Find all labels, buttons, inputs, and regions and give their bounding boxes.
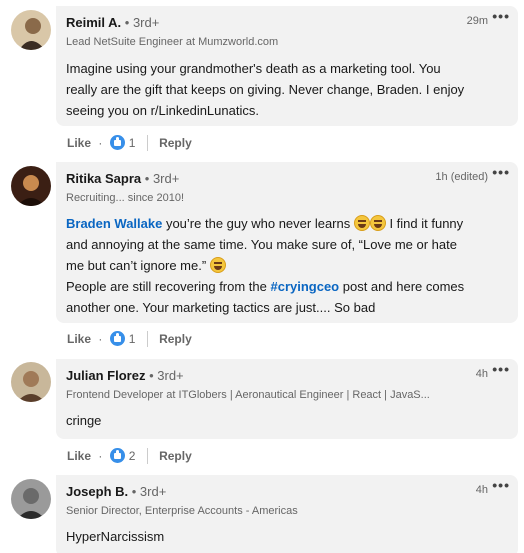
comment-text-line: Braden Wallake you’re the guy who never … [66,213,512,234]
text-segment: you’re the guy who never learns [162,216,354,231]
like-reaction-icon[interactable] [109,331,125,347]
connection-degree: • 3rd+ [124,15,160,30]
hashtag-link[interactable]: #cryingceo [270,279,339,294]
reaction-count[interactable]: 2 [129,449,136,463]
avatar[interactable] [11,10,51,50]
comment-text-line: cringe [66,413,102,428]
author-headline: Recruiting... since 2010! [66,192,185,204]
comment-text-line: and annoying at the same time. You make … [66,237,457,252]
like-button[interactable]: Like [67,332,91,346]
author-headline: Frontend Developer at ITGlobers | Aerona… [66,389,430,401]
like-button[interactable]: Like [67,449,91,463]
comment-bubble: Ritika Sapra • 3rd+ Recruiting... since … [56,162,518,323]
like-button[interactable]: Like [67,136,91,150]
like-reaction-icon[interactable] [109,448,125,464]
connection-degree: • 3rd+ [144,171,180,186]
comment-actions: Like · 2 Reply [67,447,192,464]
author-headline: Lead NetSuite Engineer at Mumzworld.com [66,36,279,48]
more-options-icon[interactable]: ••• [492,9,510,23]
connection-degree: • 3rd+ [149,368,184,383]
text-segment: post and here comes [339,279,465,294]
mention-link[interactable]: Braden Wallake [66,216,162,231]
comment-time: 29m [466,15,488,27]
author-line[interactable]: Reimil A. • 3rd+ [66,14,159,31]
comment-text: HyperNarcissism [66,526,512,547]
separator-dot: · [98,135,103,150]
connection-degree: • 3rd+ [131,484,167,499]
like-reaction-icon[interactable] [109,135,125,151]
laughing-emoji-icon [209,257,226,273]
author-headline: Senior Director, Enterprise Accounts - A… [66,505,298,517]
comment-text-line: Imagine using your grandmother's death a… [66,61,441,76]
separator-dot: · [98,331,103,346]
text-segment: me but can’t ignore me.” [66,258,210,273]
divider [146,447,148,464]
author-name[interactable]: Julian Florez [66,368,145,383]
comment-text-line: really are the gift that keeps on giving… [66,82,465,97]
author-line[interactable]: Julian Florez • 3rd+ [66,367,184,384]
comment-bubble: Julian Florez • 3rd+ Frontend Developer … [56,359,518,439]
text-segment: People are still recovering from the [66,279,271,294]
comment-actions: Like · 1 Reply [67,330,192,347]
avatar[interactable] [11,479,51,519]
reaction-count[interactable]: 1 [129,332,136,346]
comment-text-line: seeing you on r/LinkedinLunatics. [66,103,259,118]
avatar[interactable] [11,362,51,402]
comment-text: cringe [66,410,512,431]
author-line[interactable]: Joseph B. • 3rd+ [66,483,166,500]
divider [146,330,148,347]
comment-bubble: Reimil A. • 3rd+ Lead NetSuite Engineer … [56,6,518,126]
comment-actions: Like · 1 Reply [67,134,192,151]
comment-text: Imagine using your grandmother's death a… [66,58,512,121]
reply-button[interactable]: Reply [159,136,192,150]
comment-text-line: another one. Your marketing tactics are … [66,300,376,315]
author-name[interactable]: Ritika Sapra [66,171,141,186]
author-name[interactable]: Reimil A. [66,15,121,30]
reply-button[interactable]: Reply [159,332,192,346]
comment-text-line: HyperNarcissism [66,529,165,544]
reaction-count[interactable]: 1 [129,136,136,150]
comment-text-line: me but can’t ignore me.” [66,255,512,276]
reply-button[interactable]: Reply [159,449,192,463]
author-line[interactable]: Ritika Sapra • 3rd+ [66,170,179,187]
laughing-emoji-icon [369,215,386,231]
comment-bubble: Joseph B. • 3rd+ Senior Director, Enterp… [56,475,518,553]
comment-time: 4h [475,368,488,380]
separator-dot: · [98,448,103,463]
more-options-icon[interactable]: ••• [492,165,510,179]
laughing-emoji-icon [353,215,370,231]
comment-text-line: People are still recovering from the #cr… [66,276,512,297]
comment-text: Braden Wallake you’re the guy who never … [66,213,512,318]
more-options-icon[interactable]: ••• [492,478,510,492]
more-options-icon[interactable]: ••• [492,362,510,376]
author-name[interactable]: Joseph B. [66,484,128,499]
comment-time: 4h [475,484,488,496]
comment-time: 1h (edited) [435,171,488,183]
text-segment: I find it funny [385,216,464,231]
avatar[interactable] [11,166,51,206]
divider [146,134,148,151]
